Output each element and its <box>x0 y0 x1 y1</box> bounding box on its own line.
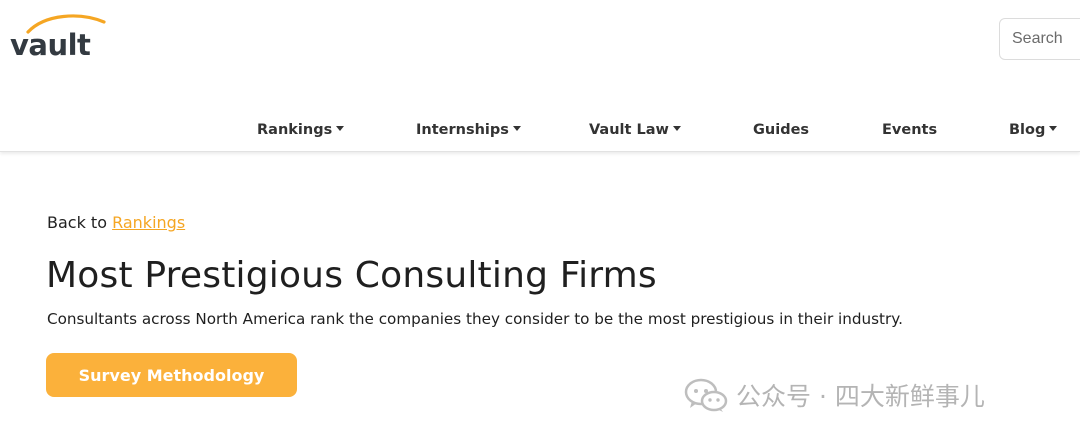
caret-down-icon <box>512 126 521 131</box>
caret-down-icon <box>336 126 345 131</box>
watermark: 公众号 · 四大新鲜事儿 <box>684 376 985 414</box>
nav-events[interactable]: Events <box>882 122 937 138</box>
nav-rankings[interactable]: Rankings <box>257 122 345 138</box>
site-header: vault Rankings Internships Vault Law Gui… <box>0 0 1080 152</box>
nav-rankings-label: Rankings <box>257 122 333 138</box>
nav-vault-law-label: Vault Law <box>589 122 669 138</box>
search-input[interactable] <box>1000 19 1080 59</box>
nav-internships[interactable]: Internships <box>416 122 521 138</box>
caret-down-icon <box>1049 126 1058 131</box>
caret-down-icon <box>672 126 681 131</box>
nav-blog-label: Blog <box>1009 122 1046 138</box>
breadcrumb-prefix: Back to <box>47 213 107 232</box>
watermark-text: 公众号 · 四大新鲜事儿 <box>736 382 985 411</box>
wechat-icon <box>684 378 728 412</box>
search-box[interactable] <box>999 18 1080 60</box>
vault-logo[interactable]: vault <box>10 12 106 62</box>
page-title: Most Prestigious Consulting Firms <box>46 255 657 296</box>
nav-internships-label: Internships <box>416 122 509 138</box>
nav-blog[interactable]: Blog <box>1009 122 1058 138</box>
nav-events-label: Events <box>882 122 938 138</box>
nav-vault-law[interactable]: Vault Law <box>589 122 681 138</box>
nav-guides-label: Guides <box>753 122 810 138</box>
page-subtitle: Consultants across North America rank th… <box>47 310 903 328</box>
survey-methodology-button[interactable]: Survey Methodology <box>46 353 297 397</box>
rankings-link[interactable]: Rankings <box>112 213 185 232</box>
logo-text: vault <box>10 28 91 62</box>
nav-guides[interactable]: Guides <box>753 122 809 138</box>
breadcrumb: Back to Rankings <box>47 213 185 232</box>
